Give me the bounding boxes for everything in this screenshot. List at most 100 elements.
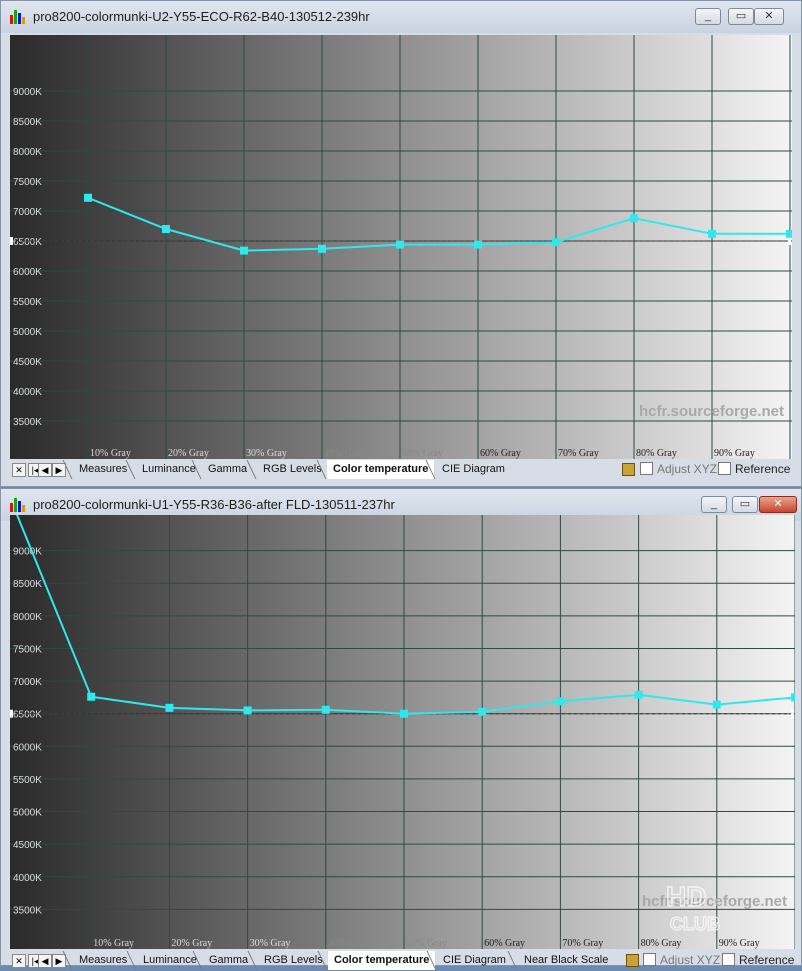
checkbox-box[interactable] — [718, 462, 731, 475]
y-tick-label: 8500K — [13, 117, 42, 128]
data-point — [165, 703, 174, 712]
x-tick-label: 60% Gray — [484, 938, 525, 949]
reference-checkbox[interactable]: Reference — [718, 462, 790, 477]
chart-window-2: pro8200-colormunki-U1-Y55-R36-B36-after … — [0, 488, 802, 966]
y-tick-label: 4000K — [13, 873, 42, 884]
y-tick-label: 6000K — [13, 742, 42, 753]
x-tick-label: 50% Gray — [402, 448, 443, 459]
y-tick-label: 7500K — [13, 177, 42, 188]
palette-icon[interactable] — [626, 954, 639, 967]
reference-label: Reference — [739, 953, 795, 967]
data-point — [318, 244, 326, 253]
tab-gamma[interactable]: Gamma — [202, 460, 253, 479]
tab-color-temperature[interactable]: Color temperature — [328, 951, 436, 970]
maximize-button[interactable]: ▭ — [728, 8, 754, 25]
y-tick-label: 8000K — [13, 147, 42, 158]
x-tick-label: 90% Gray — [719, 938, 760, 949]
tab-measures[interactable]: Measures — [73, 460, 133, 479]
y-tick-label: 5500K — [13, 297, 42, 308]
next-tab-button[interactable]: ▶ — [52, 463, 66, 477]
window-title: pro8200-colormunki-U1-Y55-R36-B36-after … — [33, 497, 395, 512]
chart-svg: 3500K 4000K 4500K 5000K 5500K 6000K 6500K 7000K… — [10, 35, 792, 459]
y-tick-label: 3500K — [13, 905, 42, 916]
maximize-button[interactable]: ▭ — [732, 496, 758, 513]
data-point — [552, 238, 560, 247]
chart-window-1: pro8200-colormunki-U2-Y55-ECO-R62-B40-13… — [0, 0, 802, 487]
tab-cie-diagram[interactable]: CIE Diagram — [436, 460, 511, 479]
minimize-button[interactable]: _ — [701, 496, 727, 513]
x-tick-label: 50% Gray — [406, 938, 447, 949]
color-temperature-plot: 3500K 4000K 4500K 5000K 5500K 6000K 6500K 7000K… — [10, 515, 795, 949]
close-icon: ✕ — [15, 465, 23, 475]
y-tick-label: 6000K — [13, 267, 42, 278]
y-tick-label: 8000K — [13, 612, 42, 623]
data-point — [400, 709, 408, 718]
x-tick-label: 70% Gray — [558, 448, 599, 459]
close-button[interactable]: ✕ — [754, 8, 784, 25]
prev-tab-button[interactable]: ◀ — [38, 463, 52, 477]
close-icon: ✕ — [15, 956, 23, 966]
arrow-right-icon: ▶ — [55, 465, 63, 475]
adjust-xyz-checkbox[interactable]: Adjust XYZ — [640, 462, 717, 477]
x-tick-label: 20% Gray — [168, 448, 209, 459]
y-tick-label: 4500K — [13, 357, 42, 368]
minimize-icon: _ — [704, 10, 712, 22]
y-tick-label: 9000K — [13, 547, 42, 558]
adjust-xyz-label: Adjust XYZ — [657, 462, 718, 476]
adjust-xyz-label: Adjust XYZ — [660, 953, 721, 967]
y-tick-label: 7000K — [13, 677, 42, 688]
data-point — [630, 214, 638, 223]
data-point — [396, 240, 404, 249]
tab-gamma[interactable]: Gamma — [203, 951, 254, 970]
close-icon: ✕ — [773, 498, 783, 510]
data-point — [240, 246, 248, 255]
x-tick-label: 60% Gray — [480, 448, 521, 459]
minimize-button[interactable]: _ — [695, 8, 721, 25]
tab-color-temperature[interactable]: Color temperature — [327, 460, 435, 479]
data-point — [786, 229, 792, 238]
title-bar[interactable]: pro8200-colormunki-U2-Y55-ECO-R62-B40-13… — [1, 1, 801, 33]
tab-cie-diagram[interactable]: CIE Diagram — [437, 951, 512, 970]
y-tick-label: 5000K — [13, 808, 42, 819]
close-tab-button[interactable]: ✕ — [12, 463, 26, 477]
x-tick-label: 10% Gray — [90, 448, 131, 459]
tab-measures[interactable]: Measures — [73, 951, 133, 970]
close-icon: ✕ — [764, 10, 774, 22]
app-chart-icon — [10, 498, 26, 512]
y-tick-label: 6500K — [13, 710, 42, 721]
checkbox-box[interactable] — [643, 953, 656, 966]
data-point — [321, 705, 330, 714]
y-tick-label: 3500K — [13, 417, 42, 428]
y-tick-label: 5500K — [13, 775, 42, 786]
palette-icon[interactable] — [622, 463, 635, 476]
data-point — [791, 693, 795, 702]
minimize-icon: _ — [710, 498, 718, 510]
checkbox-box[interactable] — [722, 953, 735, 966]
tab-near-black-scale[interactable]: Near Black Scale — [518, 951, 614, 970]
data-point — [162, 225, 170, 233]
reference-marker-right — [788, 237, 791, 245]
reference-label: Reference — [735, 462, 791, 476]
y-tick-label: 7500K — [13, 644, 42, 655]
reference-marker-left — [10, 709, 13, 718]
x-tick-label: 40% Gray — [328, 938, 369, 949]
close-button[interactable]: ✕ — [759, 496, 797, 513]
data-point — [474, 240, 482, 249]
reference-marker-right — [791, 709, 794, 718]
data-point — [87, 692, 96, 701]
x-tick-label: 30% Gray — [246, 448, 287, 459]
x-tick-label: 30% Gray — [250, 938, 291, 949]
data-point — [556, 697, 565, 706]
color-temperature-plot: 3500K 4000K 4500K 5000K 5500K 6000K 6500K 7000K… — [10, 35, 792, 459]
arrow-right-icon: ▶ — [55, 956, 63, 966]
arrow-left-icon: ◀ — [41, 956, 49, 966]
data-point — [634, 690, 643, 699]
x-tick-label: 80% Gray — [641, 938, 682, 949]
watermark-text: hcfr.sourceforge.net — [642, 893, 787, 910]
x-tick-label: 20% Gray — [171, 938, 212, 949]
checkbox-box[interactable] — [640, 462, 653, 475]
y-tick-label: 5000K — [13, 327, 42, 338]
chart-svg: 3500K 4000K 4500K 5000K 5500K 6000K 6500K 7000K… — [10, 515, 795, 949]
app-chart-icon — [10, 10, 26, 24]
data-point — [478, 707, 487, 716]
